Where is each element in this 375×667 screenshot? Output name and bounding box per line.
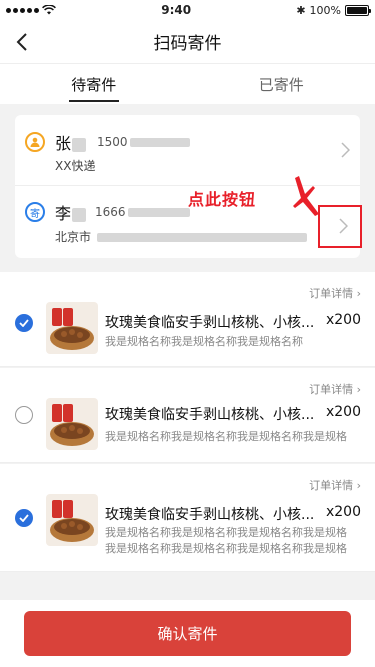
tab-bar: 待寄件 已寄件 (0, 64, 375, 104)
battery-percent: 100% (309, 3, 341, 17)
order-checkbox[interactable] (15, 406, 33, 424)
receiver-name: 李 (55, 200, 87, 224)
check-icon (19, 514, 29, 522)
product-quantity: x200 (325, 312, 361, 328)
order-checkbox[interactable] (15, 314, 33, 332)
receiver-phone: 1666 (95, 205, 190, 219)
person-icon (25, 132, 45, 152)
sender-courier: XX快递 (55, 159, 96, 173)
product-name: 玫瑰美食临安手剥山核桃、小核... (105, 315, 315, 331)
order-checkbox[interactable] (15, 509, 33, 527)
order-detail-link[interactable]: 订单详情 › (309, 381, 361, 397)
chevron-right-icon (341, 139, 351, 163)
tab-pending-label: 待寄件 (71, 75, 117, 94)
annotation-label: 点此按钮 (188, 190, 257, 209)
bottom-bar: 确认寄件 (0, 600, 375, 667)
signal-group (6, 5, 56, 15)
product-name: 玫瑰美食临安手剥山核桃、小核... (105, 407, 315, 423)
status-time: 9:40 (161, 3, 192, 17)
confirm-send-button[interactable]: 确认寄件 (24, 611, 351, 656)
receiver-address: 北京市 (55, 228, 308, 245)
sender-name: 张 (55, 130, 87, 154)
tab-active-indicator (68, 100, 119, 102)
status-right: ✱ 100% (296, 3, 371, 17)
order-detail-link[interactable]: 订单详情 › (309, 285, 361, 301)
nav-bar: 扫码寄件 (0, 20, 375, 64)
back-button[interactable] (10, 30, 34, 54)
order-detail-link[interactable]: 订单详情 › (309, 477, 361, 493)
annotation-arrow-icon (293, 176, 319, 216)
order-item: 订单详情 › 玫瑰美食临安手剥山核桃、小核... x200 我是规格名称我是规格… (0, 368, 375, 463)
wifi-icon (42, 5, 56, 15)
signal-icon (6, 7, 39, 13)
tab-sent-label: 已寄件 (258, 75, 304, 94)
battery-icon (345, 4, 371, 16)
check-icon (19, 319, 29, 327)
page-title: 扫码寄件 (153, 34, 222, 53)
status-bar: 9:40 ✱ 100% (0, 0, 375, 20)
receiver-badge: 寄 (25, 202, 45, 222)
order-item: 订单详情 › 玫瑰美食临安手剥山核桃、小核... x200 我是规格名称我是规格… (0, 272, 375, 367)
product-spec: 我是规格名称我是规格名称我是规格名称我是规格我是规格名称我是规格名称我是规格名称… (105, 526, 347, 555)
chevron-left-icon (16, 33, 27, 51)
product-quantity: x200 (325, 504, 361, 520)
sender-phone: 1500 (97, 135, 190, 149)
product-spec: 我是规格名称我是规格名称我是规格名称我是规格 (105, 430, 347, 443)
product-quantity: x200 (325, 404, 361, 420)
product-name: 玫瑰美食临安手剥山核桃、小核... (105, 507, 315, 523)
order-item: 订单详情 › 玫瑰美食临安手剥山核桃、小核... x200 我是规格名称我是规格… (0, 464, 375, 572)
tab-sent[interactable]: 已寄件 (188, 64, 375, 104)
bluetooth-icon: ✱ (296, 3, 306, 17)
product-spec: 我是规格名称我是规格名称我是规格名称 (105, 335, 303, 348)
product-thumbnail (46, 302, 98, 354)
annotation-highlight-box (318, 205, 362, 248)
tab-pending[interactable]: 待寄件 (0, 64, 188, 104)
product-thumbnail (46, 494, 98, 546)
product-thumbnail (46, 398, 98, 450)
